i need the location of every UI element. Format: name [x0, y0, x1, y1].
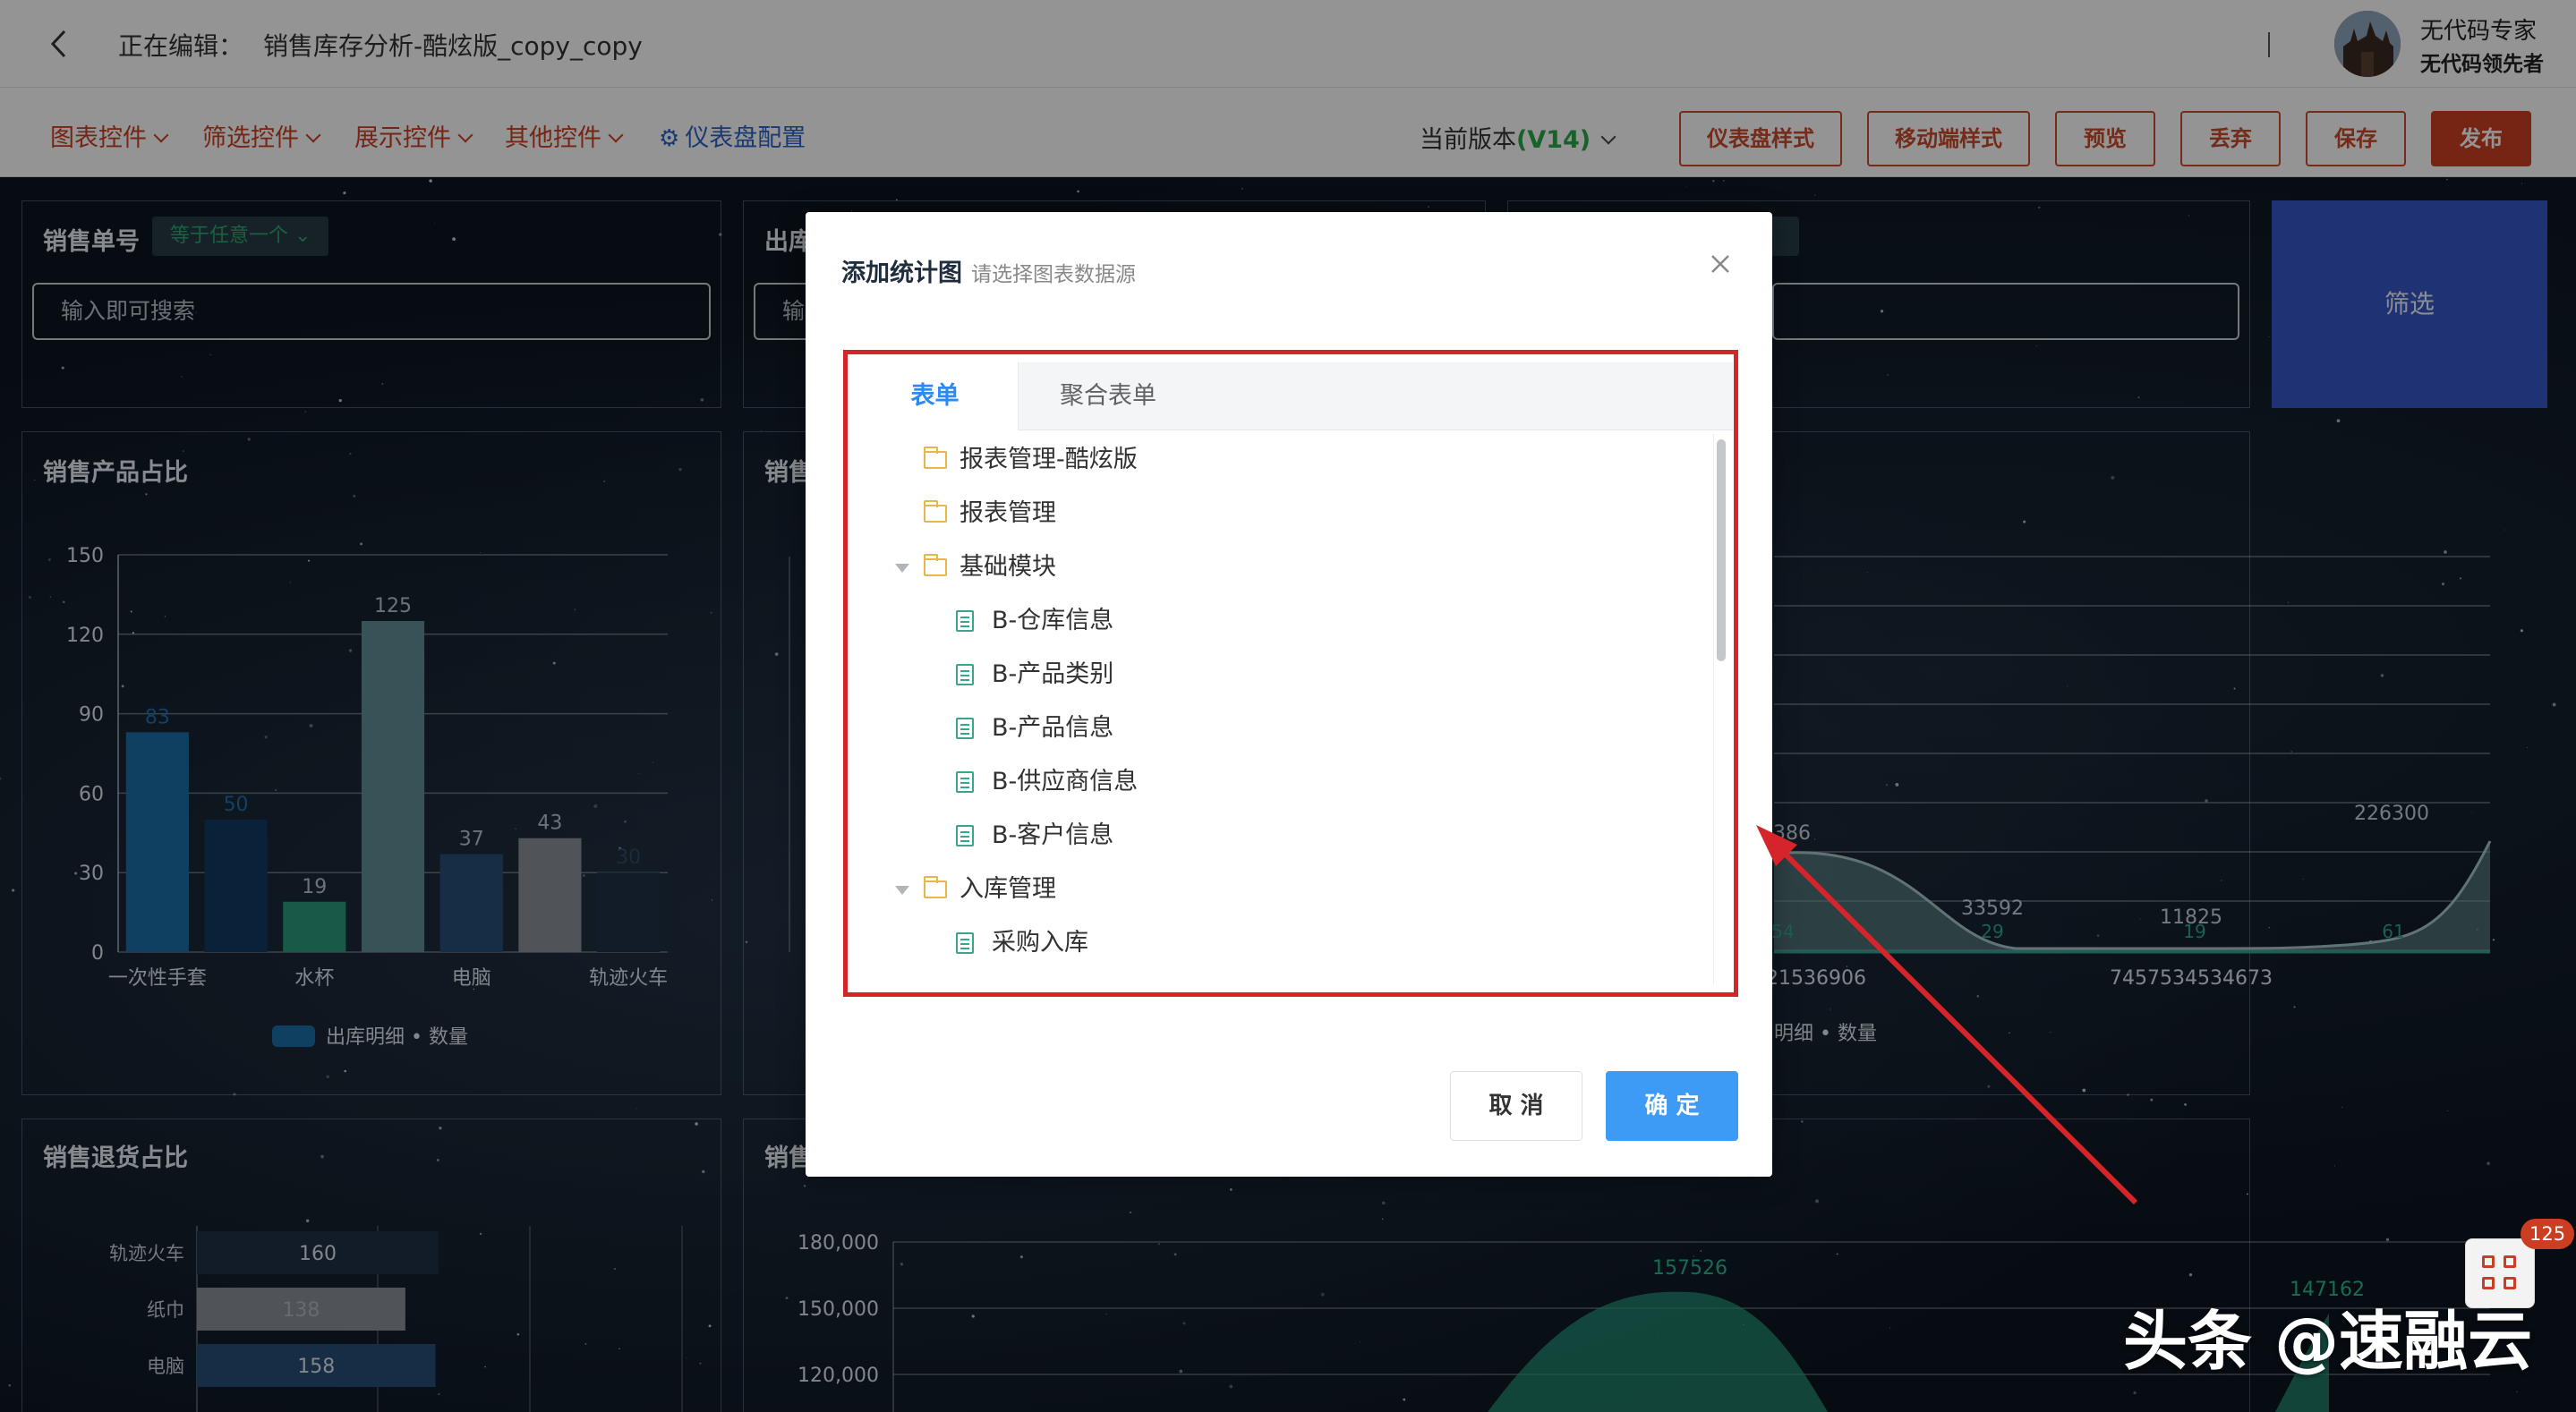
cancel-button[interactable]: 取 消: [1450, 1071, 1582, 1141]
grid-icon-cell: [2503, 1255, 2516, 1268]
close-icon: [1711, 255, 1729, 273]
highlight-box: [843, 350, 1738, 997]
dialog-subtitle: 请选择图表数据源: [971, 263, 1136, 286]
add-chart-dialog: 添加统计图 请选择图表数据源 表单 聚合表单 报表管理-酷炫版 报表管理 基础模块 B-…: [806, 212, 1772, 1177]
grid-icon-cell: [2482, 1277, 2495, 1289]
watermark: 头条 @速融云: [2123, 1304, 2533, 1379]
grid-icon: [2482, 1255, 2495, 1268]
dialog-title: 添加统计图 请选择图表数据源: [841, 259, 1136, 287]
confirm-button[interactable]: 确 定: [1606, 1071, 1738, 1141]
grid-icon-cell: [2503, 1277, 2516, 1289]
close-button[interactable]: [1702, 244, 1738, 280]
widget-badge: 125: [2521, 1219, 2575, 1249]
